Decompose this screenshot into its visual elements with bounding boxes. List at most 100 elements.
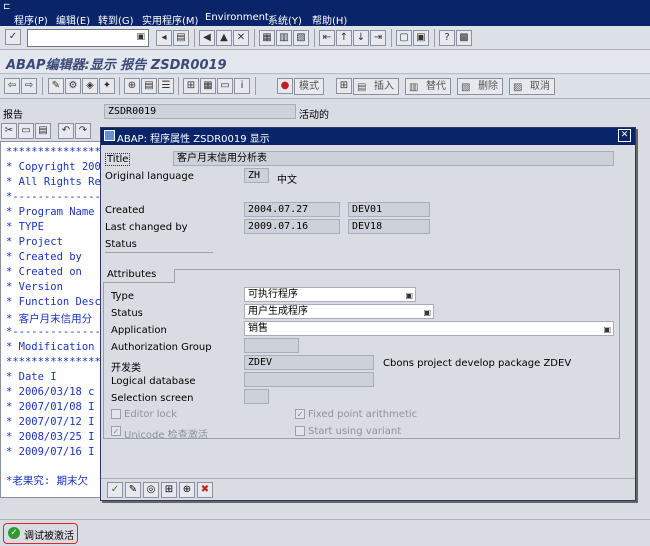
command-field[interactable]: ▣: [27, 29, 149, 47]
start-variant-checkbox[interactable]: [295, 426, 305, 436]
dialog-title: ABAP: 程序属性 ZSDR0019 显示: [117, 134, 270, 145]
first-page-icon[interactable]: ⇤: [319, 30, 335, 46]
redo-edit-icon[interactable]: ↷: [75, 123, 91, 139]
changed-user-field[interactable]: DEV18: [348, 219, 430, 234]
auth-group-field[interactable]: [244, 338, 299, 353]
save-icon[interactable]: ▤: [173, 30, 189, 46]
menu-edit[interactable]: 编辑(E): [56, 12, 90, 27]
attr-status-select[interactable]: 用户生成程序 ▣: [244, 304, 434, 319]
help-icon[interactable]: ?: [439, 30, 455, 46]
code-line: * 2006/03/18 c: [6, 386, 95, 398]
paste-icon[interactable]: ▤: [35, 123, 51, 139]
layout-icon[interactable]: ▩: [456, 30, 472, 46]
hierarchy-icon[interactable]: ⊞: [183, 78, 199, 94]
forward-arrow-icon[interactable]: ⇨: [21, 78, 37, 94]
attr-status-label: Status: [111, 308, 143, 319]
find-icon[interactable]: ▥: [276, 30, 292, 46]
status-underline: [105, 252, 213, 253]
back-icon[interactable]: ◀: [199, 30, 215, 46]
last-page-icon[interactable]: ⇥: [370, 30, 386, 46]
code-line: * Created by: [6, 251, 82, 263]
replace-button[interactable]: ▥ 替代: [405, 78, 451, 95]
editor-lock-checkbox[interactable]: [111, 409, 121, 419]
unicode-check-checkbox[interactable]: ✓: [111, 426, 121, 436]
navigation-icon[interactable]: ▦: [200, 78, 216, 94]
created-user-field[interactable]: DEV01: [348, 202, 430, 217]
menu-environment[interactable]: Environment: [205, 12, 269, 23]
tree-icon[interactable]: ⊞: [161, 482, 177, 498]
created-date-field[interactable]: 2004.07.27: [244, 202, 340, 217]
cut-icon[interactable]: ✂: [1, 123, 17, 139]
menu-utilities[interactable]: 实用程序(M): [142, 12, 198, 27]
selection-screen-field[interactable]: [244, 389, 269, 404]
package-field[interactable]: ZDEV: [244, 355, 374, 370]
network-icon[interactable]: ⊕: [179, 482, 195, 498]
code-line: * 2007/01/08 I: [6, 401, 95, 413]
prev-page-icon[interactable]: ↑: [336, 30, 352, 46]
find-next-icon[interactable]: ▧: [293, 30, 309, 46]
code-line: * Project: [6, 236, 63, 248]
title-field[interactable]: 客户月末信用分析表: [173, 151, 614, 166]
report-name-field[interactable]: ZSDR0019: [104, 104, 296, 119]
status-message[interactable]: ✓ 调试被激活: [3, 523, 78, 544]
cancel-icon[interactable]: ✕: [233, 30, 249, 46]
enter-icon[interactable]: ✓: [5, 29, 21, 45]
delete-icon: ▧: [461, 82, 471, 93]
info-icon[interactable]: i: [234, 78, 250, 94]
next-page-icon[interactable]: ↓: [353, 30, 369, 46]
fixed-point-checkbox[interactable]: ✓: [295, 409, 305, 419]
activate-icon[interactable]: ✦: [99, 78, 115, 94]
dropdown-icon[interactable]: ▣: [136, 32, 145, 42]
close-icon[interactable]: ✕: [618, 129, 631, 142]
menu-help[interactable]: 帮助(H): [312, 12, 347, 27]
where-used-icon[interactable]: ▤: [141, 78, 157, 94]
active-inactive-icon[interactable]: ⚙: [65, 78, 81, 94]
code-line: ***********************: [6, 356, 104, 368]
collapse-icon[interactable]: ◂: [156, 30, 172, 46]
orig-lang-field[interactable]: ZH: [244, 168, 269, 183]
code-line: * Copyright 200: [6, 161, 101, 173]
exit-icon[interactable]: ▲: [216, 30, 232, 46]
logical-db-field[interactable]: [244, 372, 374, 387]
type-label: Type: [111, 291, 134, 302]
display-change-icon[interactable]: ✎: [48, 78, 64, 94]
cancel-button[interactable]: ▨ 取消: [509, 78, 555, 95]
code-editor[interactable]: *********************** * Copyright 200 …: [0, 141, 105, 498]
insert-button[interactable]: ▤ 插入: [353, 78, 399, 95]
code-line: * TYPE: [6, 221, 44, 233]
editor-lock-label: Editor lock: [124, 409, 177, 420]
stop-icon[interactable]: ●: [277, 78, 293, 94]
code-line: * Function Desc: [6, 296, 101, 308]
dropdown-icon[interactable]: ▣: [423, 306, 431, 318]
menu-program[interactable]: 程序(P): [14, 12, 48, 27]
cancel-icon[interactable]: ✖: [197, 482, 213, 498]
changed-date-field[interactable]: 2009.07.16: [244, 219, 340, 234]
pattern-icon[interactable]: ⊞: [336, 78, 352, 94]
dialog-app-icon: [104, 130, 115, 141]
back-arrow-icon[interactable]: ⇦: [4, 78, 20, 94]
mode-button[interactable]: 模式: [294, 78, 324, 95]
confirm-icon[interactable]: ✓: [107, 482, 123, 498]
search-icon[interactable]: ◎: [143, 482, 159, 498]
undo-edit-icon[interactable]: ↶: [58, 123, 74, 139]
type-select[interactable]: 可执行程序 ▣: [244, 287, 416, 302]
application-select[interactable]: 销售 ▣: [244, 321, 614, 336]
check-icon[interactable]: ◈: [82, 78, 98, 94]
created-label: Created: [105, 205, 145, 216]
copy-icon[interactable]: ▭: [18, 123, 34, 139]
menu-system[interactable]: 系统(Y): [268, 12, 302, 27]
dropdown-icon[interactable]: ▣: [405, 289, 413, 301]
print-icon[interactable]: ▦: [259, 30, 275, 46]
delete-button[interactable]: ▧ 删除: [457, 78, 503, 95]
shortcut-icon[interactable]: ▣: [413, 30, 429, 46]
display-change-icon[interactable]: ✎: [125, 482, 141, 498]
object-list-icon[interactable]: ☰: [158, 78, 174, 94]
code-line: * 2007/07/12 I: [6, 416, 95, 428]
new-session-icon[interactable]: ▢: [396, 30, 412, 46]
test-icon[interactable]: ⊕: [124, 78, 140, 94]
fullscreen-icon[interactable]: ▭: [217, 78, 233, 94]
dropdown-icon[interactable]: ▣: [603, 323, 611, 335]
menu-goto[interactable]: 转到(G): [98, 12, 134, 27]
sap-menu-icon[interactable]: ⊏: [3, 2, 11, 12]
program-attributes-dialog: ABAP: 程序属性 ZSDR0019 显示 ✕ Title 客户月末信用分析表…: [100, 127, 636, 501]
